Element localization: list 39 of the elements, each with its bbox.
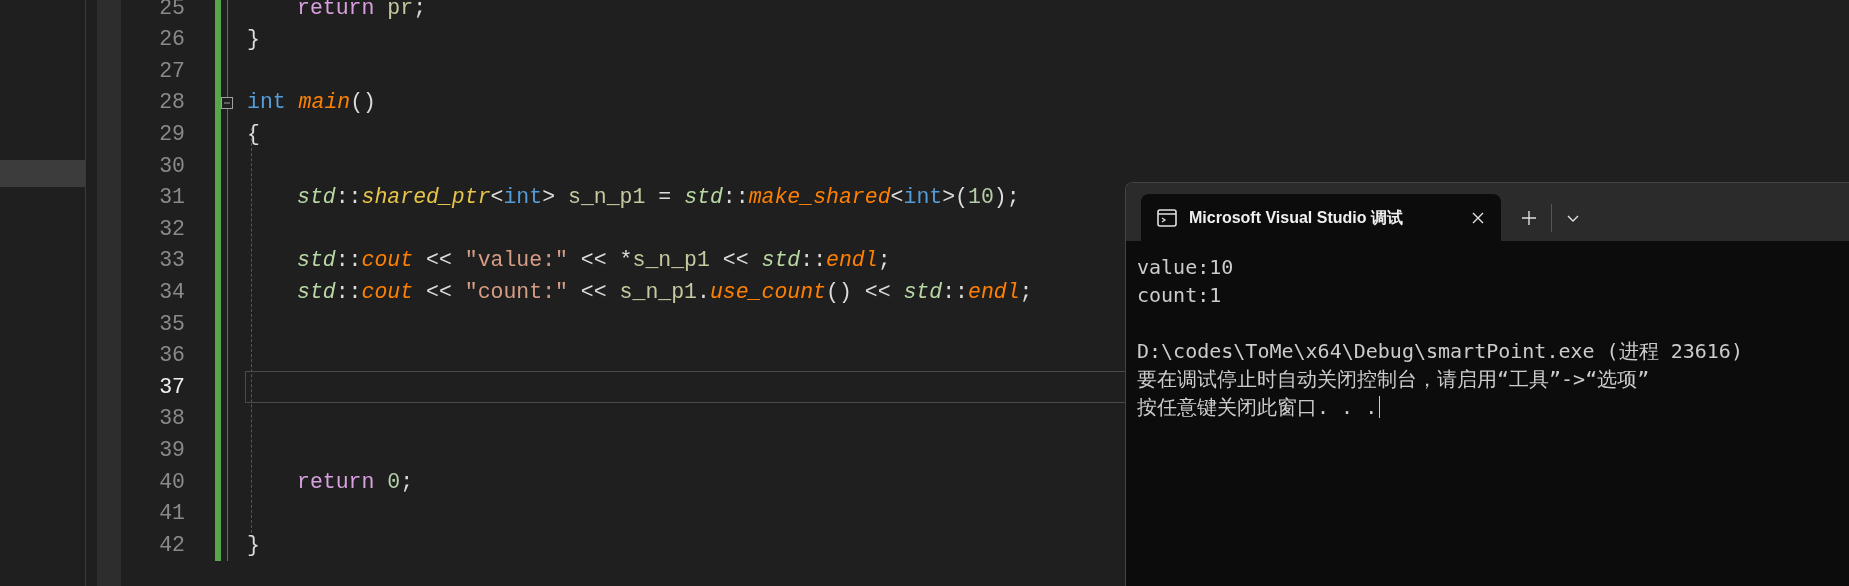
line-number: 27 — [158, 57, 185, 85]
line-number: 35 — [158, 310, 185, 338]
line-number: 33 — [158, 247, 185, 275]
code-line: } — [247, 26, 260, 54]
tab-title: Microsoft Visual Studio 调试 — [1189, 207, 1403, 228]
line-number: 42 — [158, 531, 185, 559]
line-number: 31 — [158, 184, 185, 212]
code-line: std::shared_ptr<int> s_n_p1 = std::make_shared<int>(10); — [297, 184, 1020, 212]
collapse-icon[interactable] — [221, 96, 233, 109]
close-icon[interactable] — [1471, 210, 1485, 225]
console-icon — [1157, 208, 1177, 227]
code-line: int main() — [247, 89, 377, 117]
line-number: 30 — [158, 152, 185, 180]
line-number: 41 — [158, 500, 185, 528]
line-number: 37 — [158, 373, 185, 401]
line-number: 39 — [158, 437, 185, 464]
line-number: 29 — [158, 121, 185, 149]
console-message-line: D:\codes\ToMe\x64\Debug\smartPoint.exe (进程 23616) — [1137, 338, 1743, 365]
terminal-tab[interactable]: Microsoft Visual Studio 调试 — [1141, 194, 1501, 241]
line-number: 28 — [158, 89, 185, 117]
line-number: 26 — [158, 26, 185, 54]
console-output-line: count:1 — [1137, 282, 1222, 309]
code-line: std::cout << "value:" << *s_n_p1 << std::endl; — [297, 247, 891, 275]
code-line: std::cout << "count:" << s_n_p1.use_count() << std::endl; — [297, 279, 1033, 306]
line-number: 25 — [158, 0, 185, 22]
code-line: return pr; — [297, 0, 427, 22]
console-message-line: 按任意键关闭此窗口. . . — [1137, 394, 1378, 421]
code-line: return 0; — [297, 468, 414, 496]
code-line: { — [247, 121, 260, 149]
console-output-line: value:10 — [1137, 254, 1234, 281]
line-number: 38 — [158, 405, 185, 433]
code-line: } — [247, 531, 260, 559]
line-number: 32 — [158, 215, 185, 243]
add-icon[interactable] — [1521, 209, 1537, 226]
line-number: 40 — [158, 468, 185, 496]
line-number: 34 — [158, 279, 185, 306]
text-cursor — [1379, 396, 1381, 418]
line-number: 36 — [158, 342, 185, 370]
console-message-line: 要在调试停止时自动关闭控制台，请启用“工具”->“选项” — [1137, 366, 1650, 393]
